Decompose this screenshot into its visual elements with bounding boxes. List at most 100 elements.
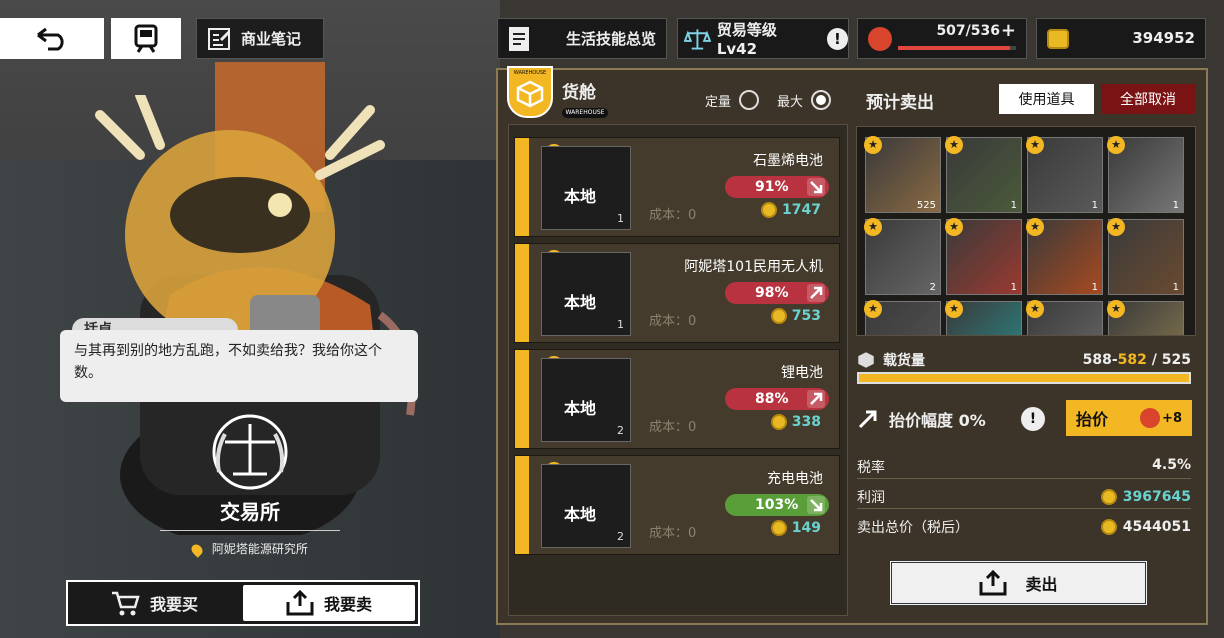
item-cost: 成本：0: [649, 420, 697, 435]
tab-buy-label: 我要买: [149, 595, 198, 614]
star-icon: ★: [1026, 300, 1044, 318]
total-amount: 4544051: [1100, 519, 1191, 535]
mode-fixed-radio[interactable]: [739, 90, 760, 110]
star-icon: ★: [945, 136, 963, 154]
sell-item-tile[interactable]: ★ 1: [1026, 136, 1103, 213]
stamina-plus-button[interactable]: +: [1001, 20, 1016, 41]
item-origin-label: 本地: [564, 293, 597, 312]
business-notes-button[interactable]: 商业笔记: [196, 18, 324, 59]
card-stripe: [515, 244, 529, 342]
load-bar-fill: [859, 374, 1189, 382]
star-icon: ★: [1107, 300, 1125, 318]
tax-row: 税率 4.5%: [857, 457, 1191, 477]
profit-amount: 3967645: [1100, 489, 1191, 505]
trend-down-icon: [807, 496, 825, 514]
back-button[interactable]: [0, 18, 104, 59]
item-price: 753: [791, 308, 821, 324]
price-percent: 88%: [755, 391, 789, 407]
item-price-line: 149: [770, 520, 821, 536]
use-item-button[interactable]: 使用道具: [999, 84, 1094, 114]
location-line: 阿妮塔能源研究所: [150, 540, 350, 558]
star-icon: ★: [945, 218, 963, 236]
tile-count: 1: [1010, 282, 1017, 293]
markup-cost: +8: [1162, 410, 1182, 426]
sell-item-tile[interactable]: ★ 525: [864, 136, 941, 213]
mode-max-radio[interactable]: [811, 90, 832, 110]
item-count: 2: [617, 424, 624, 437]
cancel-all-button[interactable]: 全部取消: [1101, 84, 1195, 114]
cargo-item-card[interactable]: ★ 本地 1 阿妮塔101民用无人机 98% 成本：0 753: [514, 243, 840, 343]
tab-buy[interactable]: 我要买: [68, 582, 240, 624]
star-icon: ★: [864, 218, 882, 236]
sell-item-tile[interactable]: ★ 1: [945, 218, 1022, 295]
stamina-mascot-icon: [868, 27, 892, 51]
price-percent-badge: 103%: [725, 494, 829, 516]
trade-level-label: 贸易等级Lv42: [716, 21, 777, 58]
cargo-item-card[interactable]: ★ 本地 1 石墨烯电池 91% 成本：0 1747: [514, 137, 840, 237]
item-thumbnail: 本地 1: [541, 146, 631, 230]
total-row: 卖出总价（税后） 4544051: [857, 517, 1191, 537]
item-name: 石墨烯电池: [753, 153, 823, 169]
stamina-value: 507/536: [936, 23, 1000, 39]
sell-item-tile[interactable]: ★: [864, 300, 941, 335]
trend-up-icon: [858, 410, 877, 429]
star-icon: ★: [1026, 136, 1044, 154]
tab-sell-label: 我要卖: [323, 595, 372, 614]
sell-item-tile[interactable]: ★: [1107, 300, 1184, 335]
sell-item-tile[interactable]: ★: [945, 300, 1022, 335]
markup-info-icon[interactable]: !: [1021, 407, 1045, 431]
sell-item-tile[interactable]: ★ 1: [1026, 218, 1103, 295]
money-value: 394952: [1132, 29, 1195, 47]
stamina-bar-track: [898, 46, 1016, 50]
price-percent-badge: 88%: [725, 388, 829, 410]
load-max: 525: [1161, 352, 1191, 368]
cargo-item-card[interactable]: ★ 本地 2 充电电池 103% 成本：0 149: [514, 455, 840, 555]
tile-count: 525: [916, 200, 936, 211]
price-percent-badge: 98%: [725, 282, 829, 304]
tab-sell[interactable]: 我要卖: [243, 585, 415, 621]
gold-coin-icon: [770, 520, 787, 536]
load-after: 582: [1117, 352, 1147, 368]
card-stripe: [515, 350, 529, 448]
tile-count: 1: [1010, 200, 1017, 211]
place-title: 交易所: [220, 500, 280, 524]
item-price: 149: [791, 520, 821, 536]
divider: [857, 508, 1191, 509]
trend-up-icon: [807, 390, 825, 408]
cargo-item-card[interactable]: ★ 本地 2 锂电池 88% 成本：0 338: [514, 349, 840, 449]
dialog-box[interactable]: 与其再到别的地方乱跑，不如卖给我？我给你这个数。: [60, 330, 418, 402]
tile-count: 1: [1172, 200, 1179, 211]
item-price: 1747: [782, 202, 821, 218]
trend-down-icon: [807, 178, 825, 196]
tax-label: 税率: [857, 460, 885, 476]
markup-button-label: 抬价: [1076, 410, 1109, 429]
sell-item-tile[interactable]: ★ 2: [864, 218, 941, 295]
sell-item-tile[interactable]: ★ 1: [945, 136, 1022, 213]
upload-box-icon: [286, 590, 314, 616]
stamina-mascot-small-icon: [1140, 408, 1161, 428]
total-label: 卖出总价（税后）: [857, 520, 969, 536]
skills-overview-label: 生活技能总览: [566, 30, 657, 48]
trend-up-icon: [807, 284, 825, 302]
train-button[interactable]: [111, 18, 181, 59]
item-name: 阿妮塔101民用无人机: [684, 259, 823, 275]
stamina-chip: 507/536 +: [857, 18, 1027, 59]
tax-value: 4.5%: [1152, 457, 1191, 473]
trade-level-chip[interactable]: 贸易等级Lv42 !: [677, 18, 849, 59]
skills-overview-button[interactable]: 生活技能总览: [497, 18, 667, 59]
quantity-mode-selector: 定量 最大: [705, 90, 832, 110]
load-label: 载货量: [883, 353, 925, 369]
sell-button[interactable]: 卖出: [889, 560, 1148, 606]
warehouse-badge: WAREHOUSE: [507, 66, 553, 118]
item-thumbnail: 本地 2: [541, 464, 631, 548]
price-percent: 98%: [755, 285, 789, 301]
mode-fixed-label: 定量: [705, 94, 732, 110]
sell-item-tile[interactable]: ★ 1: [1107, 218, 1184, 295]
sell-item-tile[interactable]: ★: [1026, 300, 1103, 335]
markup-label: 抬价幅度 0%: [889, 411, 986, 430]
item-price-line: 1747: [761, 202, 821, 218]
info-icon[interactable]: !: [826, 27, 848, 50]
sell-item-tile[interactable]: ★ 1: [1107, 136, 1184, 213]
cargo-title: 货舱: [562, 83, 596, 103]
markup-button[interactable]: 抬价 +8: [1066, 400, 1192, 436]
